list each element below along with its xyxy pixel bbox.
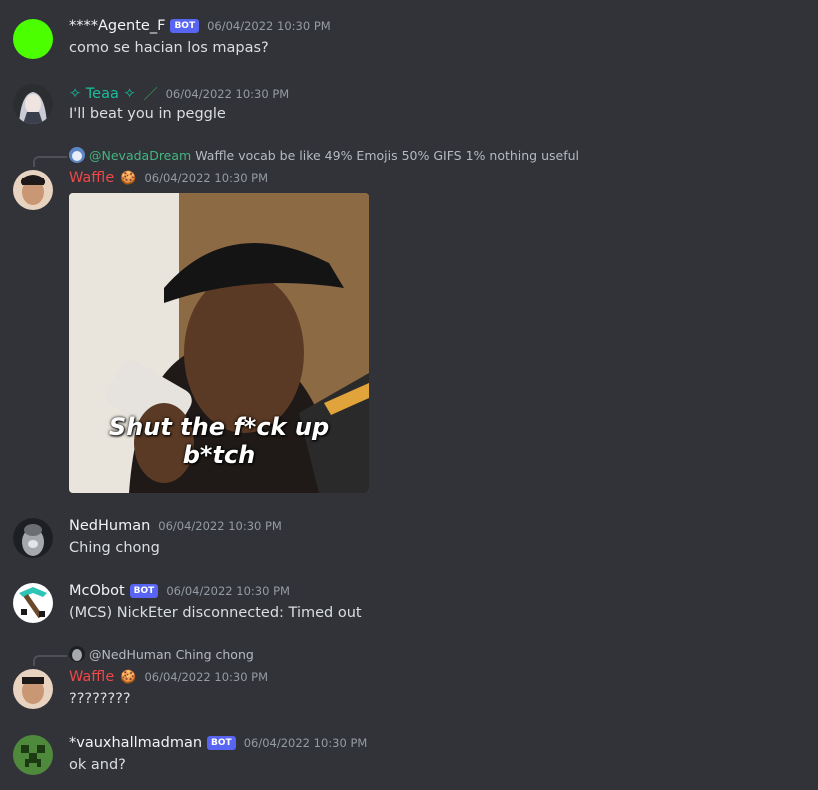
gif-embed[interactable]: Shut the f*ck up b*tch xyxy=(69,193,369,493)
reply-username[interactable]: @NevadaDream xyxy=(89,148,191,163)
message-text: (MCS) NickEter disconnected: Timed out xyxy=(69,605,362,621)
timestamp: 06/04/2022 10:30 PM xyxy=(144,171,269,185)
timestamp: 06/04/2022 10:30 PM xyxy=(158,519,282,533)
username[interactable]: McObot xyxy=(69,583,125,599)
username[interactable]: Waffle xyxy=(69,669,114,685)
message-text: Ching chong xyxy=(69,540,160,556)
cookie-icon: 🍪 xyxy=(120,170,137,186)
role-icon: ／ xyxy=(143,87,158,103)
reply-text: Ching chong xyxy=(175,646,254,662)
anime-girl-avatar[interactable] xyxy=(13,84,53,124)
bot-badge: BOT xyxy=(170,19,200,33)
username[interactable]: *vauxhallmadman xyxy=(69,735,202,751)
username[interactable]: Waffle xyxy=(69,170,114,186)
message-text: ok and? xyxy=(69,757,126,773)
username[interactable]: ✧ Teaa ✧ xyxy=(69,86,136,102)
reply-preview[interactable]: @NedHuman Ching chong xyxy=(69,646,254,662)
pixel-creeper-avatar[interactable] xyxy=(13,735,53,775)
username[interactable]: NedHuman xyxy=(69,518,150,534)
timestamp: 06/04/2022 10:30 PM xyxy=(165,87,290,101)
timestamp: 06/04/2022 10:30 PM xyxy=(243,736,368,750)
green-circle-avatar[interactable] xyxy=(13,19,53,59)
pickaxe-avatar[interactable] xyxy=(13,583,53,623)
message-text: I'll beat you in peggle xyxy=(69,106,226,122)
timestamp: 06/04/2022 10:30 PM xyxy=(166,584,290,598)
timestamp: 06/04/2022 10:30 PM xyxy=(144,670,269,684)
message-text: como se hacian los mapas? xyxy=(69,40,269,56)
gif-caption: Shut the f*ck up b*tch xyxy=(108,413,330,469)
reply-avatar-icon xyxy=(69,646,85,662)
timestamp: 06/04/2022 10:30 PM xyxy=(207,19,331,33)
bot-badge: BOT xyxy=(207,736,236,750)
cookie-icon: 🍪 xyxy=(120,669,137,685)
message-text: ???????? xyxy=(69,691,131,707)
reply-text: Waffle vocab be like 49% Emojis 50% GIFS… xyxy=(195,147,580,163)
username[interactable]: ****Agente_F xyxy=(69,18,165,34)
reply-preview[interactable]: @NevadaDream Waffle vocab be like 49% Em… xyxy=(69,147,579,163)
reply-connector xyxy=(33,156,67,167)
person-avatar[interactable] xyxy=(13,669,53,709)
reply-connector xyxy=(33,655,67,666)
reply-username[interactable]: @NedHuman xyxy=(89,647,172,662)
bot-badge: BOT xyxy=(129,584,159,598)
reply-avatar-icon xyxy=(69,147,85,163)
person-avatar[interactable] xyxy=(13,170,53,210)
grey-creature-avatar[interactable] xyxy=(13,518,53,558)
